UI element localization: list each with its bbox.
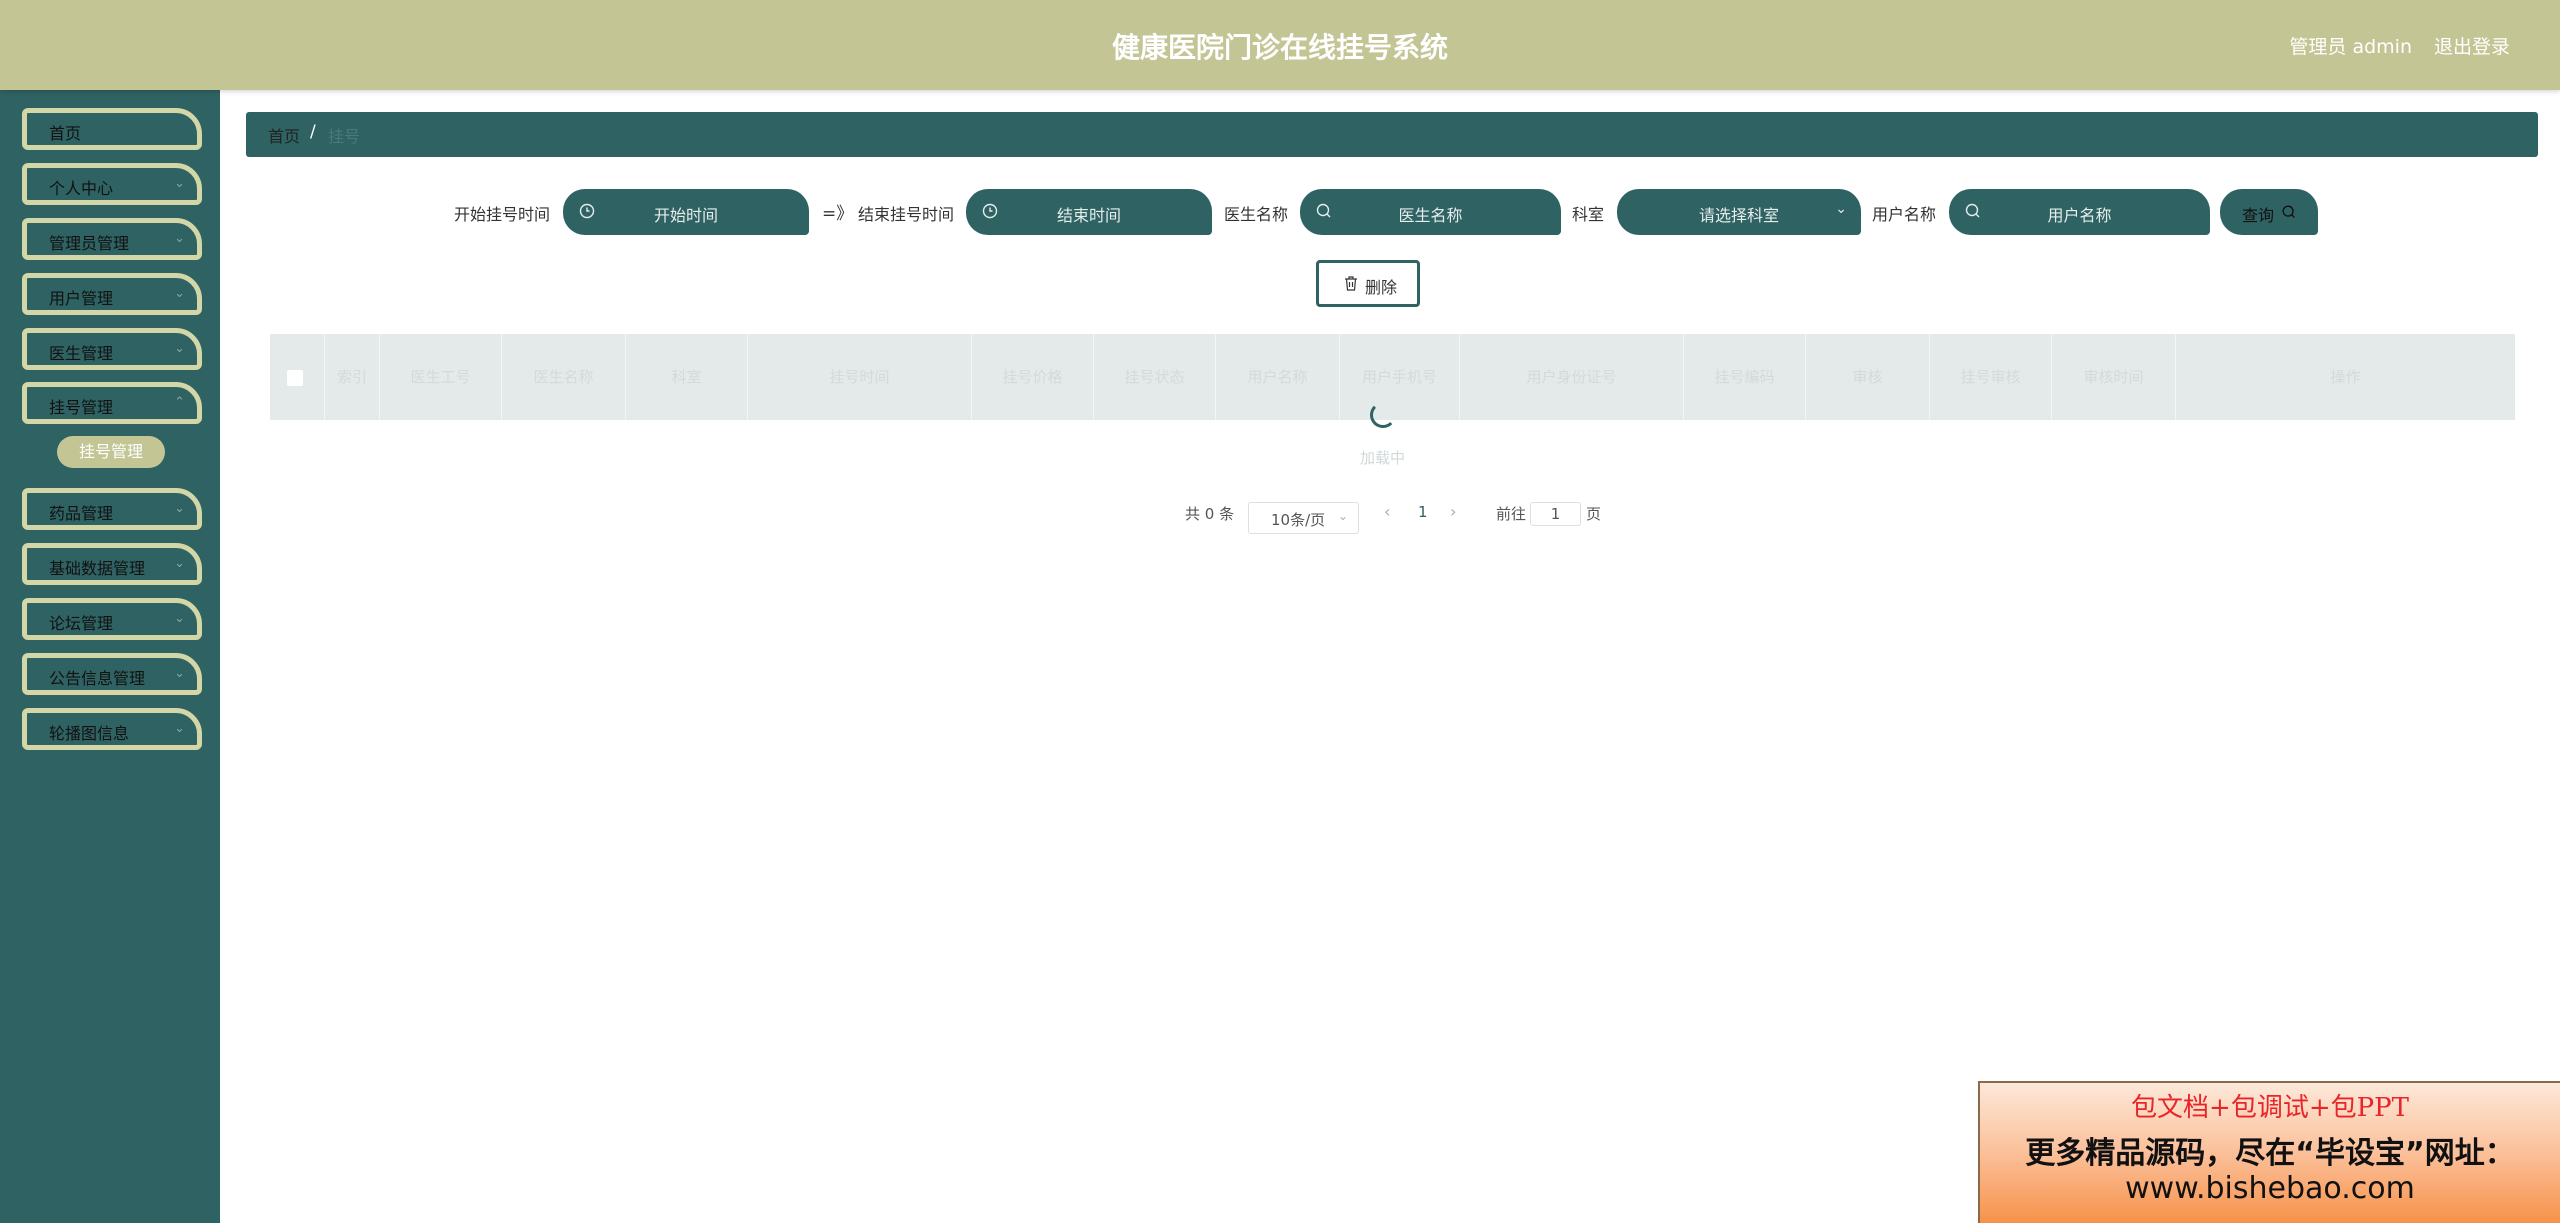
sidebar: 首页 个人中心 ⌄ 管理员管理 ⌄ 用户管理 ⌄ 医生管理 ⌄ 挂号管理 ⌃ 挂… bbox=[0, 90, 220, 1223]
sidebar-item-notices[interactable]: 公告信息管理 ⌄ bbox=[22, 653, 202, 695]
page-number[interactable]: 1 bbox=[1418, 503, 1428, 521]
sidebar-item-registration[interactable]: 挂号管理 ⌃ bbox=[22, 382, 202, 424]
breadcrumb-home[interactable]: 首页 bbox=[268, 123, 300, 147]
submenu-item-registration[interactable]: 挂号管理 bbox=[57, 436, 165, 468]
chevron-down-icon: ⌄ bbox=[1835, 201, 1847, 217]
sidebar-item-doctors[interactable]: 医生管理 ⌄ bbox=[22, 328, 202, 370]
select-all-checkbox[interactable] bbox=[287, 370, 303, 386]
admin-user-label: 管理员 admin bbox=[2289, 36, 2412, 58]
column-header[interactable]: 医生工号 bbox=[380, 334, 502, 420]
department-placeholder: 请选择科室 bbox=[1698, 206, 1779, 225]
delete-button[interactable]: 删除 bbox=[1316, 260, 1420, 307]
sidebar-item-label: 个人中心 bbox=[49, 179, 114, 198]
user-name-input[interactable]: 用户名称 bbox=[1949, 189, 2210, 235]
column-header[interactable]: 挂号时间 bbox=[748, 334, 972, 420]
chevron-down-icon: ⌄ bbox=[1337, 509, 1348, 523]
chevron-down-icon: ⌄ bbox=[174, 556, 185, 571]
user-name-placeholder: 用户名称 bbox=[2047, 206, 2112, 225]
delete-button-label: 删除 bbox=[1365, 278, 1398, 297]
doctor-name-input[interactable]: 医生名称 bbox=[1300, 189, 1561, 235]
next-page-button[interactable]: › bbox=[1450, 502, 1456, 521]
chevron-down-icon: ⌄ bbox=[174, 501, 185, 516]
logout-link[interactable]: 退出登录 bbox=[2434, 32, 2510, 59]
column-header[interactable]: 用户手机号 bbox=[1340, 334, 1460, 420]
department-select[interactable]: 请选择科室 ⌄ bbox=[1617, 189, 1861, 235]
breadcrumb-current: 挂号 bbox=[328, 127, 361, 146]
search-icon bbox=[2282, 205, 2295, 218]
sidebar-item-profile[interactable]: 个人中心 ⌄ bbox=[22, 163, 202, 205]
trash-icon bbox=[1345, 276, 1357, 291]
chevron-down-icon: ⌄ bbox=[174, 721, 185, 736]
breadcrumb-separator: / bbox=[310, 122, 316, 142]
sidebar-item-basic-data[interactable]: 基础数据管理 ⌄ bbox=[22, 543, 202, 585]
prev-page-button[interactable]: ‹ bbox=[1384, 502, 1390, 521]
column-header: 索引 bbox=[325, 334, 380, 420]
promo-line-2: 更多精品源码，尽在“毕设宝”网址： bbox=[2025, 1136, 2515, 1171]
start-time-label: 开始挂号时间 bbox=[454, 205, 551, 224]
sidebar-item-label: 管理员管理 bbox=[49, 234, 130, 253]
column-header[interactable]: 审核 bbox=[1806, 334, 1930, 420]
select-all-column bbox=[270, 334, 325, 420]
column-header[interactable]: 挂号编码 bbox=[1684, 334, 1806, 420]
page-size-select[interactable]: 10条/页 ⌄ bbox=[1248, 502, 1359, 534]
chevron-down-icon: ⌄ bbox=[174, 341, 185, 356]
sidebar-item-label: 公告信息管理 bbox=[49, 669, 146, 688]
column-header[interactable]: 用户身份证号 bbox=[1460, 334, 1684, 420]
sidebar-item-carousel[interactable]: 轮播图信息 ⌄ bbox=[22, 708, 202, 750]
sidebar-item-forum[interactable]: 论坛管理 ⌄ bbox=[22, 598, 202, 640]
promo-line-1: 包文档+包调试+包PPT bbox=[2131, 1093, 2409, 1123]
chevron-up-icon: ⌃ bbox=[174, 395, 185, 410]
doctor-name-placeholder: 医生名称 bbox=[1398, 206, 1463, 225]
start-time-placeholder: 开始时间 bbox=[653, 206, 718, 225]
range-separator: =》 bbox=[822, 204, 854, 224]
column-header[interactable]: 用户名称 bbox=[1216, 334, 1340, 420]
end-time-input[interactable]: 结束时间 bbox=[966, 189, 1212, 235]
chevron-down-icon: ⌄ bbox=[174, 611, 185, 626]
sidebar-item-label: 医生管理 bbox=[49, 344, 114, 363]
top-header: 健康医院门诊在线挂号系统 管理员 admin 退出登录 bbox=[0, 0, 2560, 90]
user-name-label: 用户名称 bbox=[1872, 205, 1937, 224]
loading-text: 加载中 bbox=[1360, 449, 1406, 467]
chevron-down-icon: ⌄ bbox=[174, 666, 185, 681]
query-button-label: 查询 bbox=[2242, 206, 2275, 225]
chevron-down-icon: ⌄ bbox=[174, 176, 185, 191]
pagination-total: 共 0 条 bbox=[1185, 505, 1235, 523]
goto-page-input[interactable] bbox=[1530, 502, 1581, 526]
sidebar-item-medicine[interactable]: 药品管理 ⌄ bbox=[22, 488, 202, 530]
chevron-down-icon: ⌄ bbox=[174, 286, 185, 301]
promo-line-3: www.bishebao.com bbox=[2125, 1171, 2415, 1206]
breadcrumb: 首页 / 挂号 bbox=[246, 112, 2538, 157]
sidebar-item-admin[interactable]: 管理员管理 ⌄ bbox=[22, 218, 202, 260]
sidebar-item-label: 基础数据管理 bbox=[49, 559, 146, 578]
app-title: 健康医院门诊在线挂号系统 bbox=[1111, 31, 1448, 64]
column-header[interactable]: 科室 bbox=[626, 334, 748, 420]
query-button[interactable]: 查询 bbox=[2220, 189, 2318, 235]
end-time-label: 结束挂号时间 bbox=[858, 205, 955, 224]
doctor-name-label: 医生名称 bbox=[1224, 205, 1289, 224]
sidebar-item-label: 论坛管理 bbox=[49, 614, 114, 633]
promo-banner: 包文档+包调试+包PPT 更多精品源码，尽在“毕设宝”网址： www.bishe… bbox=[1978, 1081, 2560, 1223]
sidebar-item-label: 药品管理 bbox=[49, 504, 114, 523]
page-size-value: 10条/页 bbox=[1271, 511, 1326, 529]
sidebar-item-label: 挂号管理 bbox=[49, 398, 114, 417]
column-header[interactable]: 审核时间 bbox=[2052, 334, 2176, 420]
column-header[interactable]: 医生名称 bbox=[502, 334, 626, 420]
chevron-down-icon: ⌄ bbox=[174, 231, 185, 246]
goto-label: 前往 bbox=[1496, 505, 1527, 523]
sidebar-item-label: 首页 bbox=[49, 124, 82, 143]
column-header[interactable]: 挂号价格 bbox=[972, 334, 1094, 420]
end-time-placeholder: 结束时间 bbox=[1056, 206, 1121, 225]
start-time-input[interactable]: 开始时间 bbox=[563, 189, 809, 235]
column-header[interactable]: 挂号状态 bbox=[1094, 334, 1216, 420]
loading-spinner-icon bbox=[1370, 402, 1396, 428]
sidebar-item-users[interactable]: 用户管理 ⌄ bbox=[22, 273, 202, 315]
column-header[interactable]: 挂号审核 bbox=[1930, 334, 2052, 420]
page-suffix: 页 bbox=[1586, 505, 1602, 523]
department-label: 科室 bbox=[1572, 205, 1605, 224]
sidebar-item-label: 轮播图信息 bbox=[49, 724, 130, 743]
sidebar-item-home[interactable]: 首页 bbox=[22, 108, 202, 150]
sidebar-item-label: 用户管理 bbox=[49, 289, 114, 308]
column-header: 操作 bbox=[2330, 368, 2361, 386]
